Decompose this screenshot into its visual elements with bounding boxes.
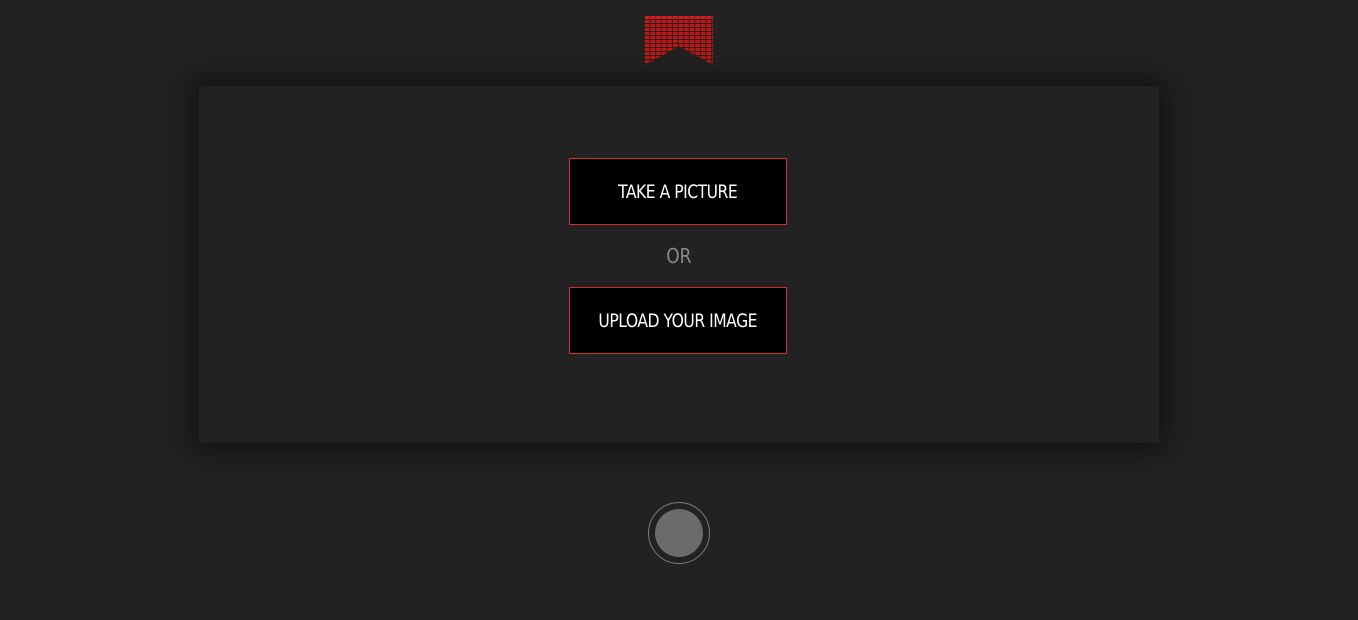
- take-picture-label: TAKE A PICTURE: [618, 180, 738, 203]
- shutter-button-icon: [655, 509, 703, 557]
- photo-source-panel: TAKE A PICTURE OR UPLOAD YOUR IMAGE: [199, 86, 1159, 443]
- take-picture-button[interactable]: TAKE A PICTURE: [569, 158, 787, 225]
- upload-image-button[interactable]: UPLOAD YOUR IMAGE: [569, 287, 787, 354]
- brand-logo-icon: [645, 16, 713, 66]
- or-separator: OR: [199, 244, 1159, 268]
- upload-image-label: UPLOAD YOUR IMAGE: [598, 309, 758, 332]
- shutter-button[interactable]: [648, 502, 710, 564]
- or-separator-label: OR: [666, 244, 692, 268]
- red-bars-logo-icon: [645, 16, 713, 65]
